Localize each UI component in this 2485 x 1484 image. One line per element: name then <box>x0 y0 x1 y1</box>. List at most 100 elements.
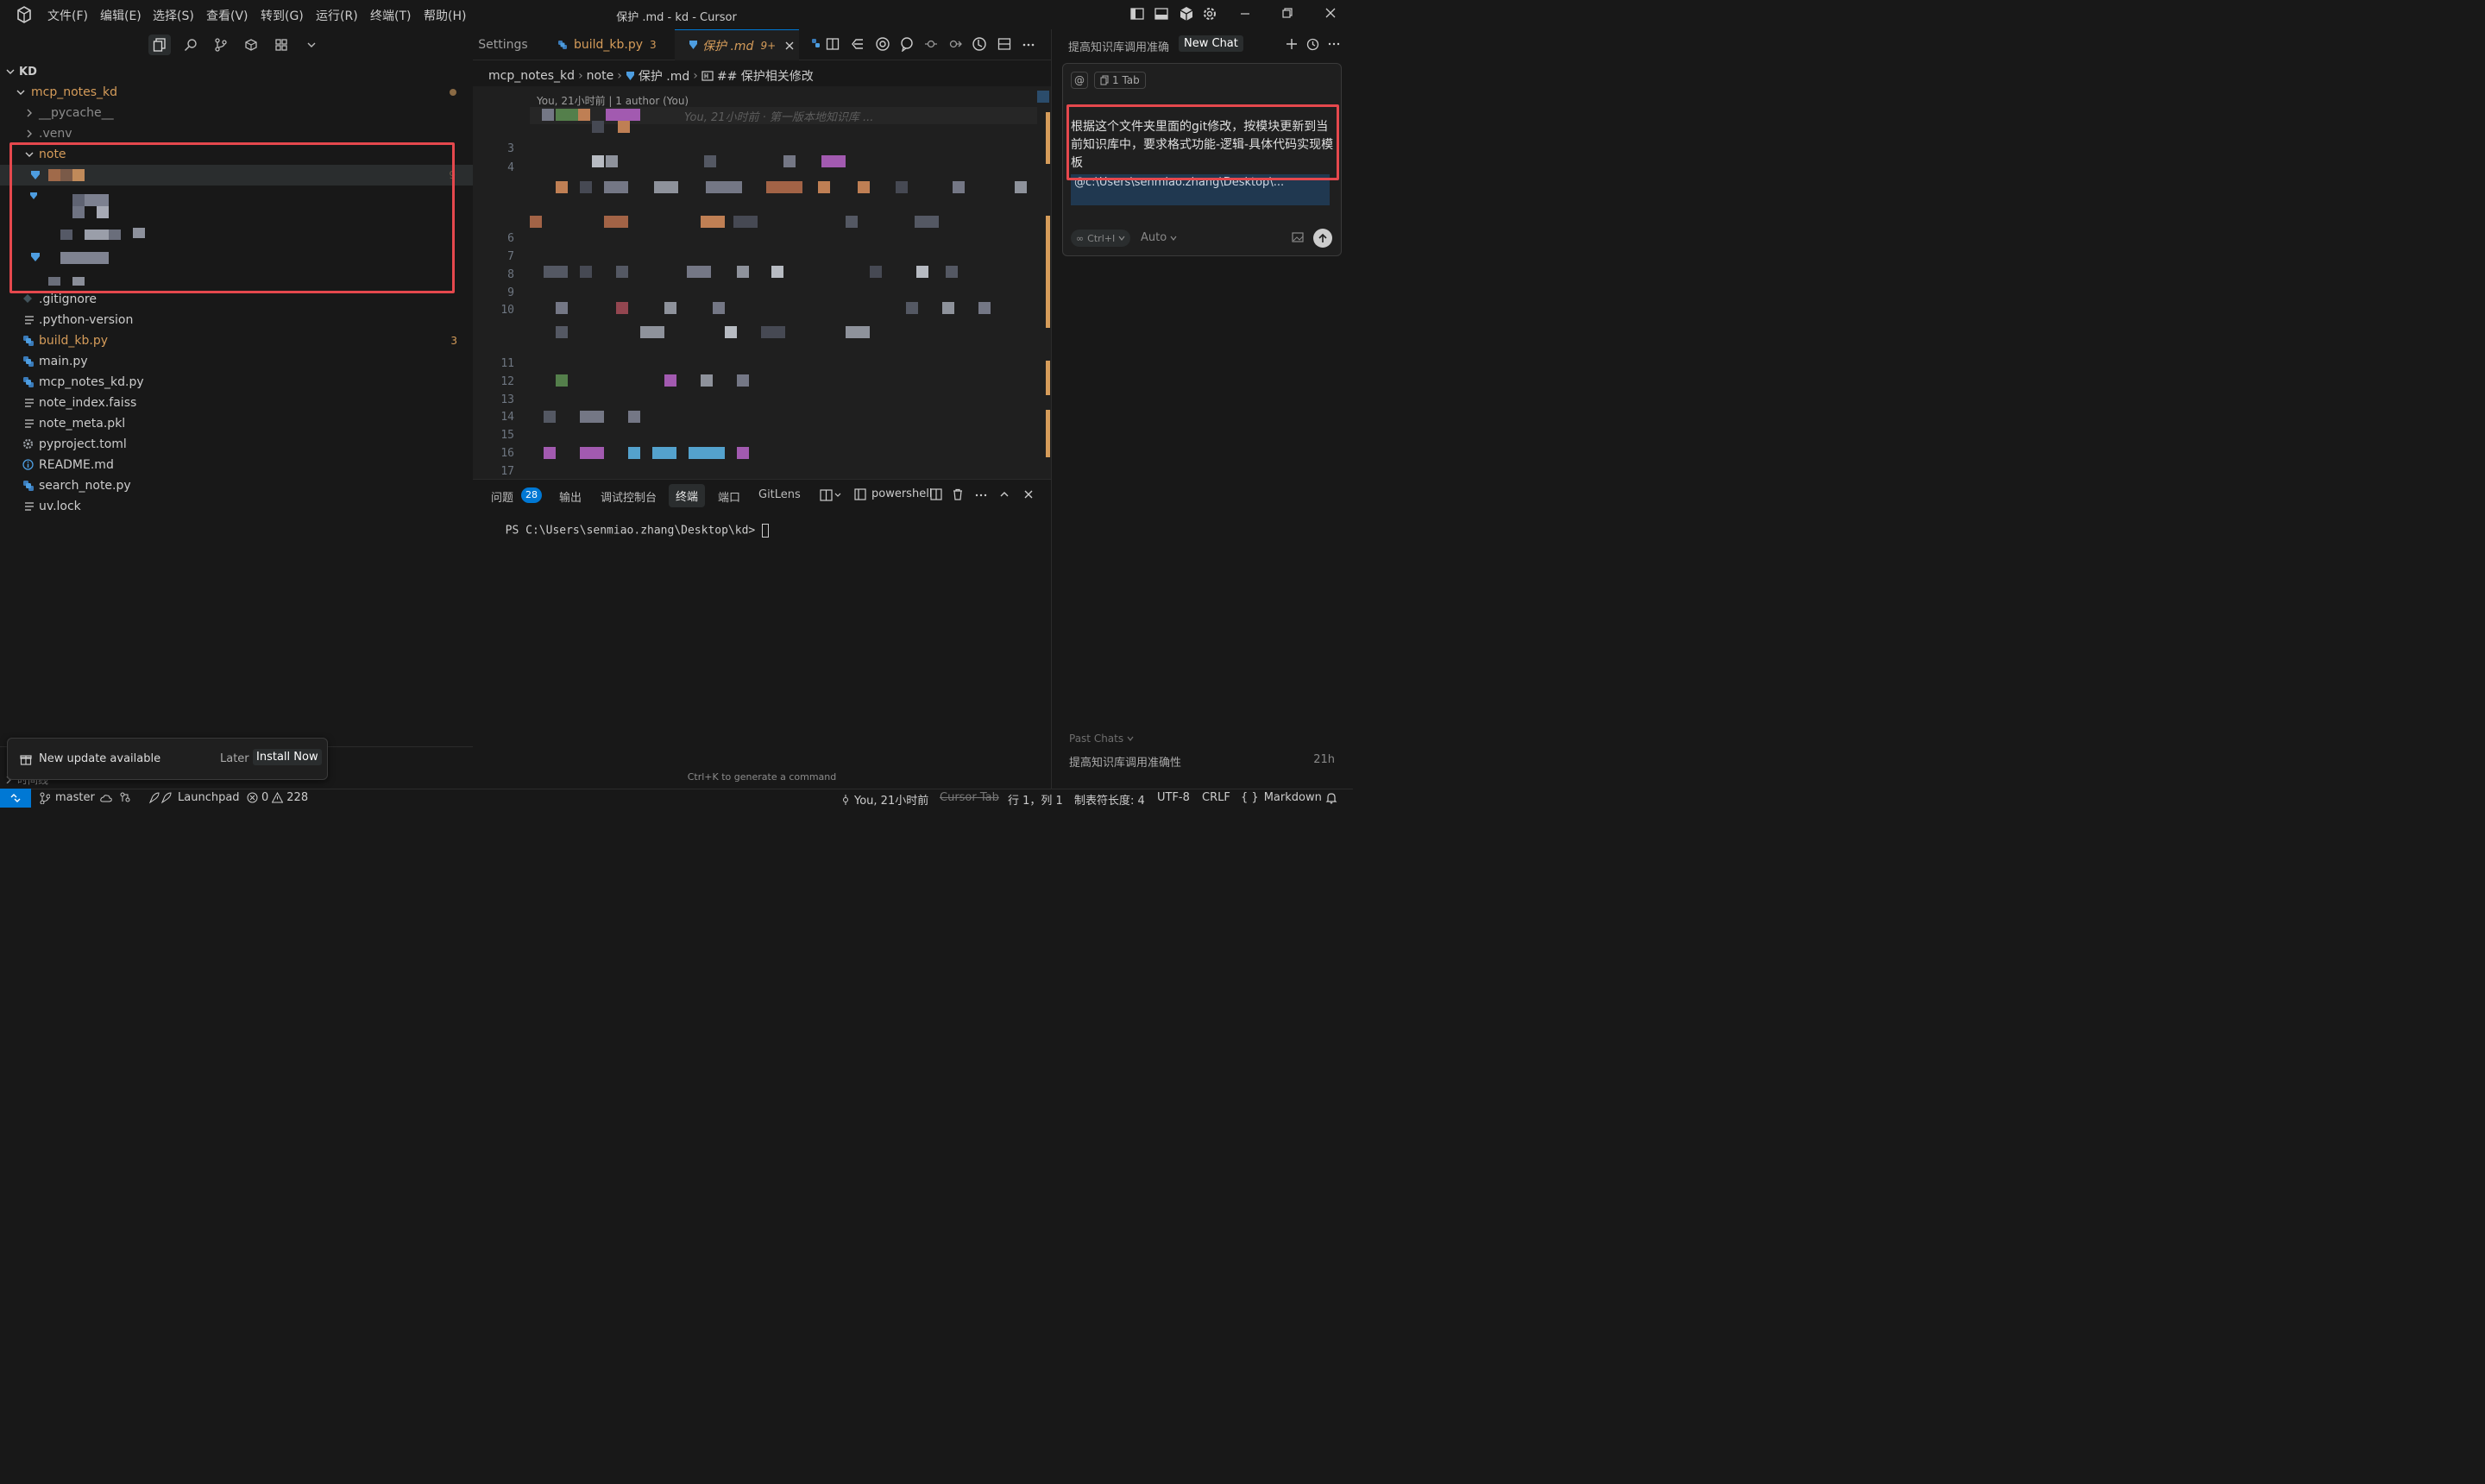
explorer-files-icon[interactable] <box>148 35 171 55</box>
agent-mode-selector[interactable]: ∞ Ctrl+I <box>1071 230 1131 247</box>
python-run-icon[interactable] <box>811 38 821 50</box>
blame-indicator[interactable]: You, 21小时前 <box>841 791 928 808</box>
restore-icon[interactable] <box>1281 7 1293 19</box>
tree-file-note-meta[interactable]: note_meta.pkl <box>0 413 473 434</box>
tab-protect-md[interactable]: 保护 .md 9+ <box>675 29 799 60</box>
tree-file-readme[interactable]: README.md <box>0 455 473 475</box>
past-chats-header[interactable]: Past Chats <box>1069 733 1134 745</box>
settings-gear-icon[interactable] <box>1202 6 1217 22</box>
extensions-grid-icon[interactable] <box>270 35 293 55</box>
panel-tab-terminal[interactable]: 终端 <box>669 484 706 507</box>
tree-file-main-py[interactable]: main.py <box>0 351 473 372</box>
tree-file-note-child[interactable] <box>0 248 473 268</box>
tree-file-search-note[interactable]: search_note.py <box>0 475 473 496</box>
split-terminal-icon[interactable] <box>930 488 942 500</box>
open-preview-icon[interactable] <box>826 37 840 51</box>
more-icon[interactable] <box>975 488 987 500</box>
git-graph-icon[interactable] <box>119 791 131 803</box>
panel-tab-debug-console[interactable]: 调试控制台 <box>601 488 657 505</box>
close-window-icon[interactable] <box>1324 7 1337 19</box>
mention-at-button[interactable]: @ <box>1071 72 1088 89</box>
terminal-shell-selector[interactable]: powershell <box>854 487 932 500</box>
tab-size[interactable]: 制表符长度: 4 <box>1074 791 1145 808</box>
new-chat-tab[interactable]: New Chat <box>1179 35 1243 52</box>
more-actions-icon[interactable] <box>1022 37 1035 51</box>
tree-file-python-version[interactable]: .python-version <box>0 310 473 330</box>
past-chat-item[interactable]: 提高知识库调用准确性 21h <box>1069 753 1337 770</box>
image-attach-icon[interactable] <box>1292 232 1304 242</box>
cursor-position[interactable]: 行 1，列 1 <box>1008 791 1063 808</box>
tree-folder-note[interactable]: note <box>0 144 473 165</box>
tree-file-note-child[interactable] <box>0 270 473 291</box>
timeline-clock-icon[interactable] <box>972 36 987 52</box>
encoding[interactable]: UTF-8 <box>1157 791 1190 804</box>
chat-bubble-icon[interactable] <box>899 36 915 52</box>
terminal[interactable]: PS C:\Users\senmiao.zhang\Desktop\kd> <box>492 511 770 538</box>
notifications-bell-icon[interactable] <box>1325 792 1337 804</box>
language-mode[interactable]: { } Markdown <box>1241 791 1322 804</box>
toggle-panel-icon[interactable] <box>1154 7 1168 21</box>
split-editor-icon[interactable] <box>997 37 1011 51</box>
explorer-root[interactable]: KD <box>0 61 473 82</box>
menu-edit[interactable]: 编辑(E) <box>100 7 142 24</box>
history-icon[interactable] <box>1306 38 1319 51</box>
tree-file-note-child[interactable] <box>0 186 473 218</box>
breadcrumb-item[interactable]: note <box>587 69 614 83</box>
tree-file-gitignore[interactable]: .gitignore <box>0 289 473 310</box>
panel-tab-problems[interactable]: 问题 <box>491 488 513 505</box>
scroll-thumb[interactable] <box>1037 91 1049 103</box>
panel-tab-ports[interactable]: 端口 <box>718 488 740 505</box>
tree-file-build-kb[interactable]: build_kb.py 3 <box>0 330 473 351</box>
context-tab-chip[interactable]: 1 Tab <box>1094 72 1146 89</box>
cursor-tab-toggle[interactable]: Cursor Tab <box>940 791 999 804</box>
breadcrumb-item[interactable]: ## 保护相关修改 <box>717 67 814 85</box>
close-panel-icon[interactable] <box>1022 488 1035 500</box>
menu-run[interactable]: 运行(R) <box>316 7 358 24</box>
branch-indicator[interactable]: master <box>40 791 112 804</box>
tree-file-mcp-notes-kd-py[interactable]: mcp_notes_kd.py <box>0 372 473 393</box>
send-button[interactable] <box>1313 229 1332 248</box>
tree-folder-mcp-notes-kd[interactable]: mcp_notes_kd <box>0 82 473 103</box>
end-of-line[interactable]: CRLF <box>1202 791 1230 804</box>
panel-tab-gitlens[interactable]: GitLens <box>758 488 801 501</box>
tab-build-kb[interactable]: build_kb.py 3 <box>545 29 671 60</box>
openai-icon[interactable] <box>875 36 890 52</box>
problems-indicator[interactable]: 0 228 <box>247 791 308 804</box>
panel-tab-output[interactable]: 输出 <box>559 488 582 505</box>
chat-title[interactable]: 提高知识库调用准确 <box>1068 38 1172 54</box>
git-commit-icon[interactable] <box>924 37 938 51</box>
code-editor[interactable]: You, 21小时前 | 1 author (You) You, 21小时前 ·… <box>473 86 1051 479</box>
launchpad-button[interactable]: Launchpad <box>148 791 240 804</box>
chevron-down-icon[interactable] <box>300 35 323 55</box>
terminal-layout-icon[interactable] <box>820 489 842 501</box>
close-tab-icon[interactable] <box>784 41 795 51</box>
maximize-panel-icon[interactable] <box>998 488 1010 500</box>
breadcrumb-item[interactable]: 保护 .md <box>639 67 689 85</box>
remote-indicator[interactable] <box>0 789 31 808</box>
cube-icon[interactable] <box>1179 6 1194 22</box>
menu-terminal[interactable]: 终端(T) <box>370 7 411 24</box>
extensions-box-icon[interactable] <box>240 35 262 55</box>
git-next-change-icon[interactable] <box>948 37 962 51</box>
chat-more-icon[interactable] <box>1328 38 1340 50</box>
add-chat-icon[interactable] <box>1286 38 1298 50</box>
minimize-icon[interactable] <box>1239 7 1251 19</box>
menu-help[interactable]: 帮助(H) <box>424 7 466 24</box>
trash-icon[interactable] <box>952 488 964 500</box>
model-selector[interactable]: Auto <box>1141 231 1177 244</box>
menu-file[interactable]: 文件(F) <box>47 7 88 24</box>
chat-input-text[interactable]: 根据这个文件夹里面的git修改，按模块更新到当前知识库中，要求格式功能-逻辑-具… <box>1071 118 1334 173</box>
menu-selection[interactable]: 选择(S) <box>153 7 194 24</box>
tree-folder-venv[interactable]: .venv <box>0 123 473 144</box>
tree-file-note-child-selected[interactable]: 9 <box>0 165 473 186</box>
later-button[interactable]: Later <box>220 752 249 765</box>
tree-file-note-index[interactable]: note_index.faiss <box>0 393 473 413</box>
menu-go[interactable]: 转到(G) <box>261 7 304 24</box>
editor-scrollbar[interactable] <box>1037 86 1051 479</box>
source-control-icon[interactable] <box>210 35 232 55</box>
install-now-button[interactable]: Install Now <box>253 749 322 765</box>
git-compare-icon[interactable] <box>851 37 865 51</box>
toggle-sidebar-icon[interactable] <box>1130 7 1144 21</box>
search-icon[interactable] <box>179 35 202 55</box>
tree-file-pyproject[interactable]: pyproject.toml <box>0 434 473 455</box>
